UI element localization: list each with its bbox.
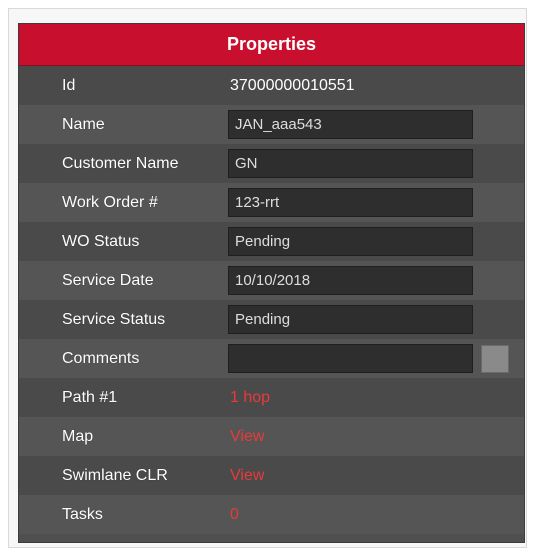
name-input[interactable]: [228, 110, 473, 139]
property-row-comments: Comments: [19, 339, 524, 378]
property-row-tasks: Tasks 0: [19, 495, 524, 534]
id-value: 37000000010551: [230, 76, 355, 94]
tasks-count-link[interactable]: 0: [230, 506, 239, 524]
customer-name-label: Customer Name: [62, 154, 179, 172]
wo-status-input[interactable]: [228, 227, 473, 256]
properties-panel: Properties Id 37000000010551 Name Custom…: [19, 24, 524, 542]
property-row-path1: Path #1 1 hop: [19, 378, 524, 417]
id-label: Id: [62, 76, 76, 94]
property-row-swimlane-clr: Swimlane CLR View: [19, 456, 524, 495]
map-view-link[interactable]: View: [230, 428, 264, 446]
work-order-label: Work Order #: [62, 193, 158, 211]
comments-expand-button[interactable]: [481, 344, 509, 373]
property-row-service-date: Service Date: [19, 261, 524, 300]
property-row-name: Name: [19, 105, 524, 144]
path1-label: Path #1: [62, 388, 118, 406]
service-status-input[interactable]: [228, 305, 473, 334]
name-label: Name: [62, 115, 105, 133]
property-row-work-order: Work Order #: [19, 183, 524, 222]
service-date-label: Service Date: [62, 271, 154, 289]
property-row-map: Map View: [19, 417, 524, 456]
work-order-input[interactable]: [228, 188, 473, 217]
wo-status-label: WO Status: [62, 232, 140, 250]
comments-label: Comments: [62, 349, 140, 367]
comments-input[interactable]: [228, 344, 473, 373]
property-row-id: Id 37000000010551: [19, 66, 524, 105]
service-status-label: Service Status: [62, 310, 166, 328]
tasks-label: Tasks: [62, 505, 103, 523]
property-row-service-status: Service Status: [19, 300, 524, 339]
swimlane-clr-view-link[interactable]: View: [230, 467, 264, 485]
customer-name-input[interactable]: [228, 149, 473, 178]
property-row-customer-name: Customer Name: [19, 144, 524, 183]
panel-title: Properties: [19, 24, 524, 66]
service-date-input[interactable]: [228, 266, 473, 295]
properties-list: Id 37000000010551 Name Customer Name Wor…: [19, 66, 524, 534]
path1-link[interactable]: 1 hop: [230, 389, 270, 407]
swimlane-clr-label: Swimlane CLR: [62, 466, 168, 484]
property-row-wo-status: WO Status: [19, 222, 524, 261]
map-label: Map: [62, 427, 94, 445]
